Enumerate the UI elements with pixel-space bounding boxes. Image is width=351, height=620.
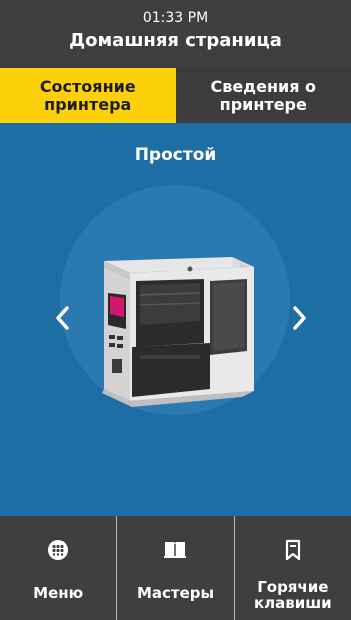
nav-shortcuts-button[interactable]: Горячие клавиши xyxy=(235,516,351,620)
home-screen: 01:33 PM Домашняя страница Состояние при… xyxy=(0,0,351,620)
chevron-right-icon[interactable] xyxy=(284,303,314,333)
status-panel: Простой xyxy=(0,123,351,516)
tab-printer-info[interactable]: Сведения о принтере xyxy=(175,68,351,123)
nav-menu-button[interactable]: Меню xyxy=(0,516,118,620)
page-title: Домашняя страница xyxy=(69,30,282,51)
header: 01:33 PM Домашняя страница xyxy=(0,0,351,68)
tab-printer-info-label: Сведения о принтере xyxy=(210,76,317,114)
nav-menu-label: Меню xyxy=(33,584,84,602)
bookmark-icon xyxy=(285,539,300,561)
chevron-left-icon[interactable] xyxy=(48,303,78,333)
clock: 01:33 PM xyxy=(142,10,209,26)
printer-illustration xyxy=(102,257,254,407)
menu-grid-icon xyxy=(48,540,69,560)
nav-shortcuts-label: Горячие клавиши xyxy=(253,578,332,612)
printer-status-text: Простой xyxy=(134,145,217,165)
bottom-nav: Меню Мастеры Горячие клавиши xyxy=(0,516,351,620)
nav-wizards-button[interactable]: Мастеры xyxy=(117,516,235,620)
tab-printer-status-label: Состояние принтера xyxy=(39,76,136,114)
tab-printer-status[interactable]: Состояние принтера xyxy=(0,68,176,123)
tab-bar: Состояние принтера Сведения о принтере xyxy=(0,68,351,123)
book-icon xyxy=(164,542,187,558)
nav-wizards-label: Мастеры xyxy=(136,584,215,602)
